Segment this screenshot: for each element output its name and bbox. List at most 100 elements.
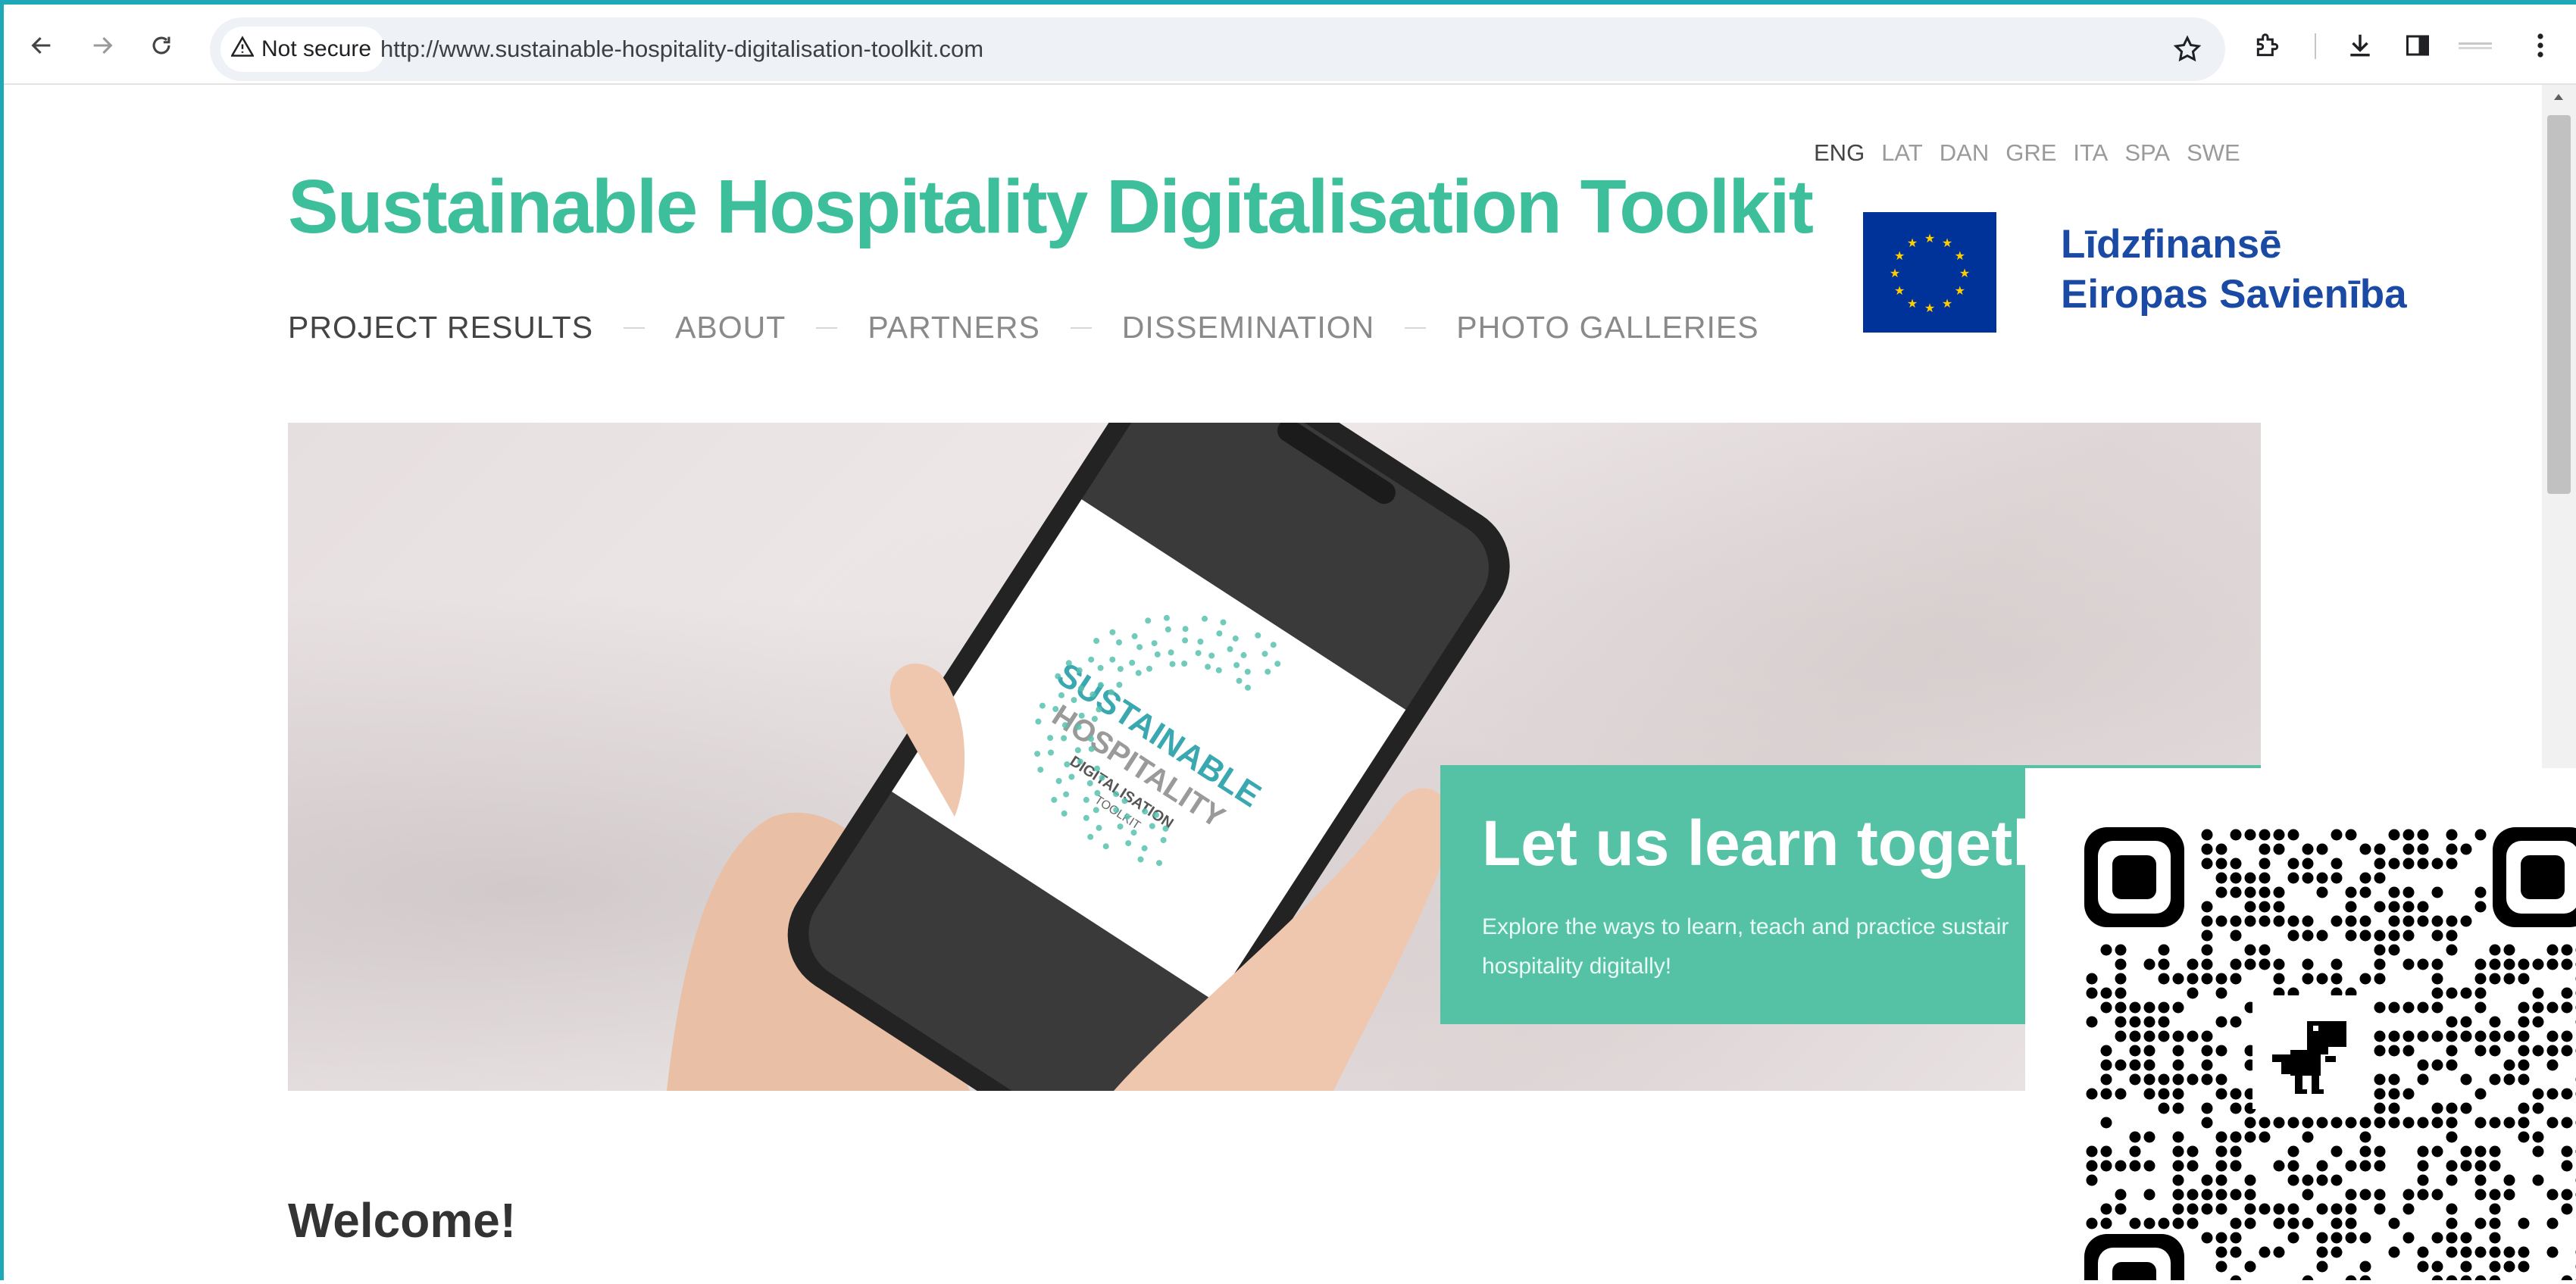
logo-dot xyxy=(1125,840,1131,846)
nav-about[interactable]: ABOUT xyxy=(675,310,786,345)
qr-module xyxy=(2547,1089,2559,1100)
qr-module xyxy=(2446,1204,2458,1215)
qr-module xyxy=(2216,1261,2227,1273)
back-arrow-icon[interactable] xyxy=(19,23,64,68)
qr-module xyxy=(2374,1146,2386,1157)
qr-module xyxy=(2432,858,2443,870)
qr-module xyxy=(2475,1045,2487,1057)
qr-module xyxy=(2562,1204,2573,1215)
qr-module xyxy=(2231,1247,2242,1258)
qr-module xyxy=(2490,1218,2501,1229)
qr-module xyxy=(2202,930,2213,942)
qr-module xyxy=(2475,901,2487,913)
qr-module xyxy=(2432,959,2443,970)
logo-dot xyxy=(1183,626,1189,632)
url-text[interactable]: http://www.sustainable-hospitality-digit… xyxy=(380,17,983,81)
qr-module xyxy=(2245,1117,2256,1129)
logo-dot xyxy=(1094,790,1100,796)
qr-module xyxy=(2259,844,2271,855)
qr-module xyxy=(2216,873,2227,884)
logo-dot xyxy=(1087,780,1093,786)
lang-dan[interactable]: DAN xyxy=(1940,139,1989,167)
logo-dot xyxy=(1162,826,1168,832)
logo-dot xyxy=(1274,661,1280,667)
qr-module xyxy=(2159,1089,2170,1100)
side-panel-icon[interactable] xyxy=(2395,23,2440,68)
qr-module xyxy=(2259,1132,2271,1143)
qr-module xyxy=(2245,1132,2256,1143)
logo-dot xyxy=(1227,646,1233,652)
qr-module xyxy=(2461,988,2472,999)
qr-module xyxy=(2403,1031,2415,1042)
qr-module xyxy=(2274,916,2285,927)
scroll-up-arrow-icon[interactable] xyxy=(2551,89,2566,105)
qr-module xyxy=(2231,1232,2242,1244)
qr-module xyxy=(2490,1017,2501,1028)
qr-module xyxy=(2274,1204,2285,1215)
eu-star-icon: ★ xyxy=(1959,267,1970,280)
qr-module xyxy=(2202,1232,2213,1244)
qr-module xyxy=(2533,988,2544,999)
qr-module xyxy=(2475,988,2487,999)
qr-module xyxy=(2202,858,2213,870)
nav-separator xyxy=(1405,327,1426,329)
qr-module xyxy=(2533,1175,2544,1186)
download-icon[interactable] xyxy=(2337,23,2383,68)
qr-module xyxy=(2562,1161,2573,1172)
logo-dot xyxy=(1153,812,1159,818)
lang-lat[interactable]: LAT xyxy=(1881,139,1923,167)
scrollbar-thumb[interactable] xyxy=(2547,115,2571,494)
qr-module xyxy=(2216,1204,2227,1215)
nav-project-results[interactable]: PROJECT RESULTS xyxy=(288,310,593,345)
nav-separator xyxy=(1071,327,1092,329)
qr-module xyxy=(2562,959,2573,970)
security-chip[interactable]: Not secure xyxy=(220,27,385,72)
nav-dissemination[interactable]: DISSEMINATION xyxy=(1122,310,1374,345)
nav-photo-galleries[interactable]: PHOTO GALLERIES xyxy=(1456,310,1758,345)
qr-module xyxy=(2533,959,2544,970)
qr-module xyxy=(2231,1189,2242,1201)
profile-icon[interactable] xyxy=(2453,23,2498,68)
qr-module xyxy=(2432,930,2443,942)
lang-eng[interactable]: ENG xyxy=(1814,139,1865,167)
star-icon[interactable] xyxy=(2165,27,2210,72)
logo-dot xyxy=(1216,667,1222,673)
menu-kebab-icon[interactable] xyxy=(2518,23,2563,68)
qr-module xyxy=(2245,887,2256,898)
qr-module xyxy=(2374,1089,2386,1100)
qr-module xyxy=(2490,945,2501,956)
lang-gre[interactable]: GRE xyxy=(2005,139,2056,167)
nav-partners[interactable]: PARTNERS xyxy=(868,310,1039,345)
qr-module xyxy=(2403,829,2415,841)
qr-module xyxy=(2115,1017,2127,1028)
qr-module xyxy=(2173,1060,2184,1071)
site-title[interactable]: Sustainable Hospitality Digitalisation T… xyxy=(288,164,1812,251)
qr-module xyxy=(2475,1218,2487,1229)
extensions-icon[interactable] xyxy=(2245,23,2290,68)
reload-icon[interactable] xyxy=(139,23,184,68)
qr-module xyxy=(2374,1045,2386,1057)
lang-swe[interactable]: SWE xyxy=(2187,139,2240,167)
qr-module xyxy=(2475,1175,2487,1186)
qr-module xyxy=(2302,959,2314,970)
qr-module xyxy=(2562,1146,2573,1157)
qr-module xyxy=(2418,1117,2429,1129)
qr-module xyxy=(2475,1247,2487,1258)
lang-spa[interactable]: SPA xyxy=(2124,139,2170,167)
logo-dot xyxy=(1196,650,1202,656)
address-bar[interactable]: Not secure http://www.sustainable-hospit… xyxy=(210,17,2225,81)
qr-module xyxy=(2490,1117,2501,1129)
qr-module xyxy=(2317,1161,2328,1172)
logo-dot xyxy=(1052,706,1058,712)
logo-dot xyxy=(1092,716,1098,722)
logo-dot xyxy=(1108,689,1114,695)
qr-module xyxy=(2403,1189,2415,1201)
qr-module xyxy=(2374,1117,2386,1129)
logo-dot xyxy=(1124,814,1130,820)
qr-module xyxy=(2562,1117,2573,1129)
lang-ita[interactable]: ITA xyxy=(2073,139,2108,167)
forward-arrow-icon[interactable] xyxy=(80,23,125,68)
logo-dot xyxy=(1062,722,1068,728)
qr-module xyxy=(2144,1089,2156,1100)
qr-module xyxy=(2346,1276,2357,1281)
